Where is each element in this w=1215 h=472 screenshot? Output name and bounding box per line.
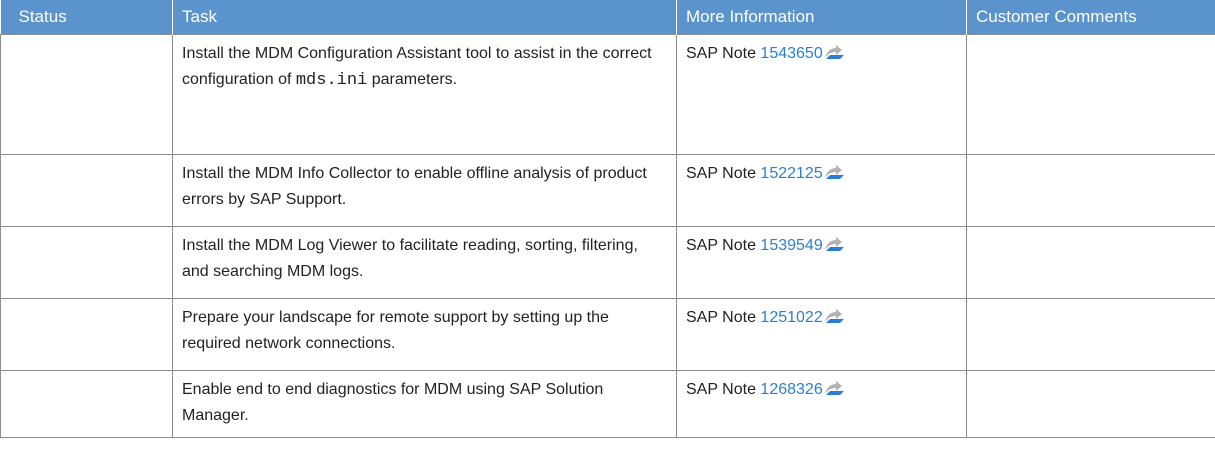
sap-note-link[interactable]: 1539549 bbox=[760, 237, 822, 254]
header-task: Task bbox=[172, 0, 677, 34]
status-cell bbox=[0, 297, 173, 371]
comments-cell[interactable] bbox=[966, 33, 1215, 155]
status-cell bbox=[0, 33, 173, 155]
note-prefix: SAP Note bbox=[686, 44, 761, 62]
comments-cell[interactable] bbox=[966, 225, 1215, 299]
sap-note-link[interactable]: 1522125 bbox=[760, 165, 822, 182]
note-prefix: SAP Note bbox=[686, 308, 761, 326]
task-text-end: parameters. bbox=[367, 70, 458, 88]
external-link-icon[interactable] bbox=[824, 235, 846, 251]
note-prefix: SAP Note bbox=[686, 380, 761, 398]
status-cell bbox=[0, 153, 173, 227]
table-body: Install the MDM Configuration Assistant … bbox=[0, 33, 1215, 438]
more-info-cell: SAP Note 1522125 bbox=[676, 153, 967, 227]
note-prefix: SAP Note bbox=[686, 236, 761, 254]
more-info-cell: SAP Note 1539549 bbox=[676, 225, 967, 299]
table-row: Install the MDM Configuration Assistant … bbox=[0, 33, 1215, 155]
table-row: Enable end to end diagnostics for MDM us… bbox=[0, 369, 1215, 438]
comments-cell[interactable] bbox=[966, 297, 1215, 371]
comments-cell[interactable] bbox=[966, 153, 1215, 227]
task-cell: Install the MDM Log Viewer to facilitate… bbox=[172, 225, 677, 299]
external-link-icon[interactable] bbox=[824, 43, 846, 59]
header-customer-comments: Customer Comments bbox=[966, 0, 1215, 34]
more-info-cell: SAP Note 1268326 bbox=[676, 369, 967, 438]
header-status: Status bbox=[0, 0, 173, 34]
header-more-information: More Information bbox=[676, 0, 967, 34]
task-cell: Install the MDM Info Collector to enable… bbox=[172, 153, 677, 227]
more-info-cell: SAP Note 1543650 bbox=[676, 33, 967, 155]
header-row: Status Task More Information Customer Co… bbox=[0, 0, 1215, 34]
table-row: Install the MDM Info Collector to enable… bbox=[0, 153, 1215, 227]
status-cell bbox=[0, 225, 173, 299]
external-link-icon[interactable] bbox=[824, 307, 846, 323]
comments-cell[interactable] bbox=[966, 369, 1215, 438]
more-info-cell: SAP Note 1251022 bbox=[676, 297, 967, 371]
sap-note-link[interactable]: 1543650 bbox=[760, 45, 822, 62]
external-link-icon[interactable] bbox=[824, 163, 846, 179]
task-cell: Install the MDM Configuration Assistant … bbox=[172, 33, 677, 155]
note-prefix: SAP Note bbox=[686, 164, 761, 182]
external-link-icon[interactable] bbox=[824, 379, 846, 395]
status-cell bbox=[0, 369, 173, 438]
table-header: Status Task More Information Customer Co… bbox=[0, 0, 1215, 34]
sap-note-link[interactable]: 1251022 bbox=[760, 309, 822, 326]
task-cell: Prepare your landscape for remote suppor… bbox=[172, 297, 677, 371]
table-row: Install the MDM Log Viewer to facilitate… bbox=[0, 225, 1215, 299]
config-file-code: mds.ini bbox=[295, 70, 368, 90]
sap-note-link[interactable]: 1268326 bbox=[760, 381, 822, 398]
table-row: Prepare your landscape for remote suppor… bbox=[0, 297, 1215, 371]
checklist-table: Status Task More Information Customer Co… bbox=[0, 0, 1215, 438]
task-cell: Enable end to end diagnostics for MDM us… bbox=[172, 369, 677, 438]
